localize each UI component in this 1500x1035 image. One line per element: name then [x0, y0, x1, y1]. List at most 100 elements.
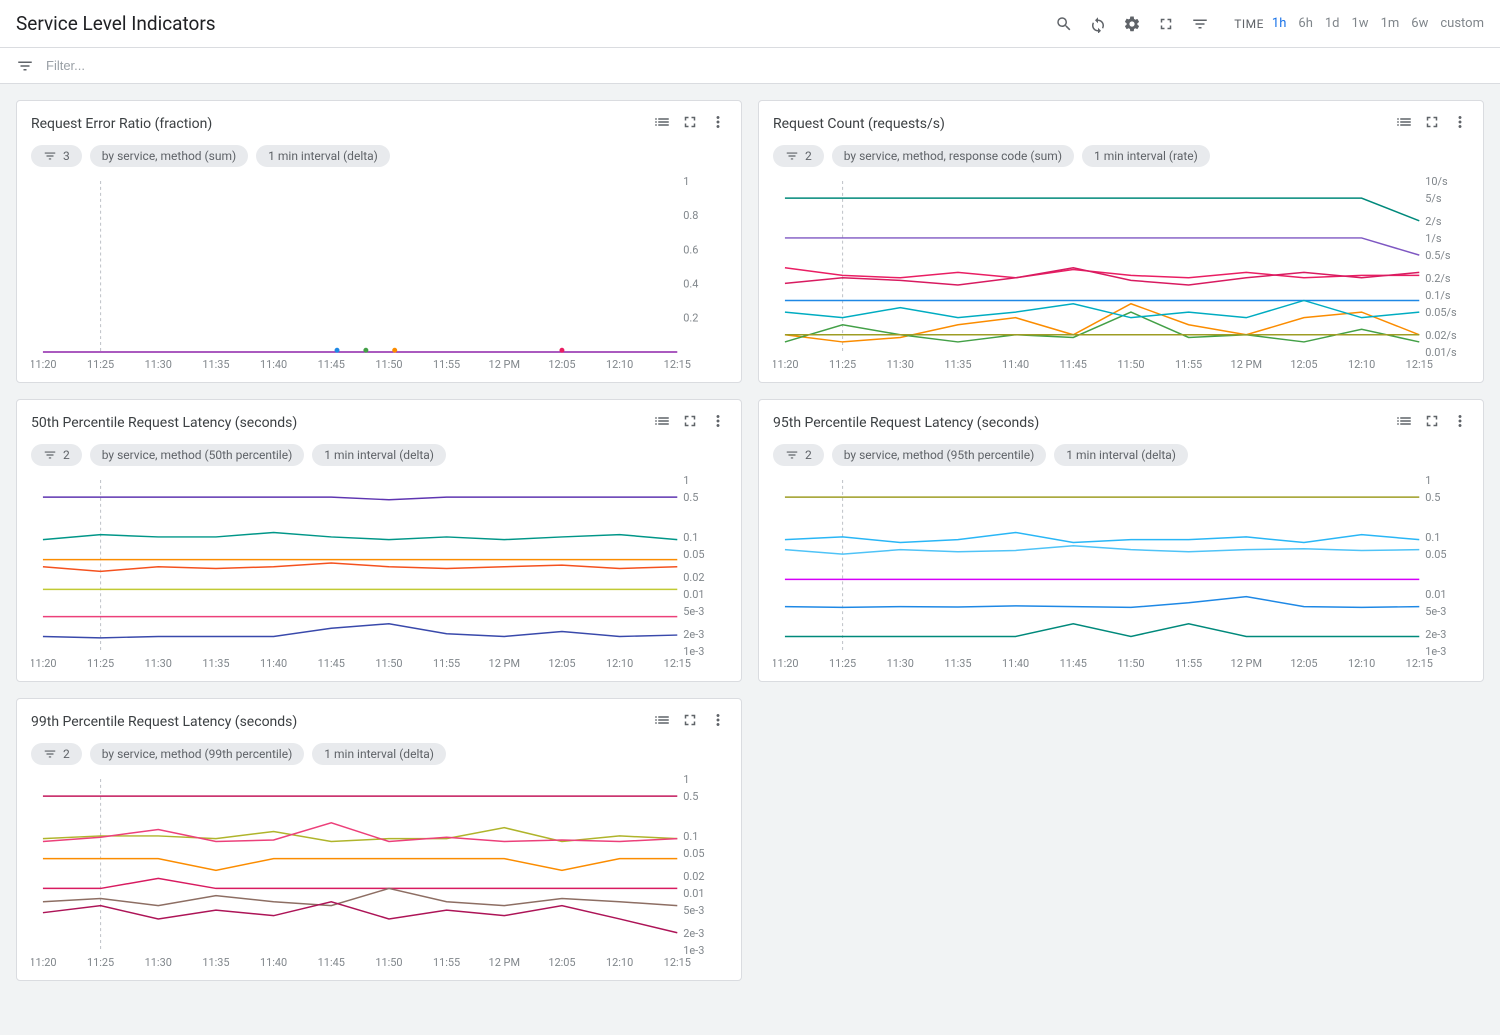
y-tick: 0.5 — [683, 790, 698, 803]
legend-icon[interactable] — [1395, 113, 1413, 135]
x-tick: 11:30 — [145, 956, 172, 969]
more-icon[interactable] — [709, 412, 727, 434]
x-tick: 11:30 — [887, 657, 914, 670]
x-tick: 11:20 — [773, 657, 799, 670]
chip[interactable]: by service, method (sum) — [90, 145, 248, 167]
x-tick: 11:50 — [375, 956, 402, 969]
x-tick: 11:40 — [260, 358, 287, 371]
chart-p50[interactable]: 1e-32e-35e-30.010.020.050.10.5111:2011:2… — [31, 474, 727, 673]
chip[interactable]: by service, method, response code (sum) — [832, 145, 1074, 167]
chip[interactable]: by service, method (99th percentile) — [90, 743, 305, 765]
fullscreen-icon[interactable] — [681, 412, 699, 434]
series-p99-crimson — [43, 901, 677, 932]
chip-label: by service, method (sum) — [102, 149, 236, 163]
plot-area: 1e-32e-35e-30.010.020.050.10.5111:2011:2… — [31, 773, 727, 972]
y-tick: 0.02/s — [1425, 329, 1457, 342]
chip[interactable]: 1 min interval (delta) — [256, 145, 390, 167]
filter-icon[interactable] — [16, 57, 34, 75]
chip[interactable]: by service, method (95th percentile) — [832, 444, 1047, 466]
toolbar-icons — [1054, 14, 1210, 34]
filter-input[interactable] — [46, 58, 1484, 73]
time-opt-6h[interactable]: 6h — [1298, 16, 1312, 31]
y-tick: 0.01 — [1425, 588, 1446, 601]
time-opt-custom[interactable]: custom — [1440, 16, 1484, 31]
chip[interactable]: 2 — [31, 444, 82, 466]
fullscreen-icon[interactable] — [1423, 412, 1441, 434]
chip[interactable]: 1 min interval (delta) — [312, 743, 446, 765]
refresh-icon[interactable] — [1088, 14, 1108, 34]
chip[interactable]: 1 min interval (rate) — [1082, 145, 1210, 167]
y-tick: 0.02 — [683, 571, 704, 584]
chart-error-ratio[interactable]: 0.20.40.60.8111:2011:2511:3011:3511:4011… — [31, 175, 727, 374]
series-p99-pink — [43, 822, 677, 841]
legend-icon[interactable] — [653, 412, 671, 434]
y-tick: 0.2 — [683, 312, 698, 325]
x-tick: 11:40 — [260, 657, 287, 670]
search-icon[interactable] — [1054, 14, 1074, 34]
x-tick: 11:25 — [87, 657, 114, 670]
legend-icon[interactable] — [1395, 412, 1413, 434]
x-tick: 11:30 — [145, 358, 172, 371]
chip[interactable]: 1 min interval (delta) — [312, 444, 446, 466]
chip[interactable]: 2 — [773, 145, 824, 167]
x-tick: 11:25 — [87, 358, 114, 371]
x-tick: 11:30 — [887, 358, 914, 371]
chart-request-count[interactable]: 0.01/s0.02/s0.05/s0.1/s0.2/s0.5/s1/s2/s5… — [773, 175, 1469, 374]
time-opt-1w[interactable]: 1w — [1352, 16, 1369, 31]
panel-title: 99th Percentile Request Latency (seconds… — [31, 714, 645, 730]
chip-row: 2 by service, method (50th percentile) 1 m… — [31, 444, 727, 466]
chip[interactable]: 2 — [31, 743, 82, 765]
series-s-pink — [785, 268, 1419, 278]
x-tick: 12:05 — [548, 657, 575, 670]
time-opt-1d[interactable]: 1d — [1325, 16, 1340, 31]
chip[interactable]: by service, method (50th percentile) — [90, 444, 305, 466]
more-icon[interactable] — [1451, 412, 1469, 434]
x-tick: 12:15 — [1406, 657, 1433, 670]
x-tick: 11:45 — [318, 657, 345, 670]
topbar: Service Level Indicators TIME 1h6h1d1w1m… — [0, 0, 1500, 48]
panel-request-count: Request Count (requests/s)2by service, m… — [758, 100, 1484, 383]
fullscreen-icon[interactable] — [681, 113, 699, 135]
filter-list-icon[interactable] — [1190, 14, 1210, 34]
x-tick: 11:25 — [829, 358, 856, 371]
fullscreen-icon[interactable] — [681, 711, 699, 733]
time-opt-1m[interactable]: 1m — [1381, 16, 1400, 31]
x-tick: 11:50 — [1117, 657, 1144, 670]
time-opt-1h[interactable]: 1h — [1272, 16, 1286, 31]
y-tick: 0.1/s — [1425, 289, 1451, 302]
x-tick: 11:45 — [1060, 358, 1087, 371]
y-tick: 0.01 — [683, 588, 704, 601]
y-tick: 0.1 — [683, 830, 698, 843]
y-tick: 0.6 — [683, 243, 698, 256]
chip-label: by service, method (99th percentile) — [102, 747, 293, 761]
x-tick: 12:10 — [606, 956, 633, 969]
legend-icon[interactable] — [653, 711, 671, 733]
chip-label: 1 min interval (delta) — [268, 149, 378, 163]
chip-label: 2 — [63, 747, 70, 761]
panel-title: 95th Percentile Request Latency (seconds… — [773, 415, 1387, 431]
chip[interactable]: 1 min interval (delta) — [1054, 444, 1188, 466]
x-tick: 12:15 — [664, 956, 691, 969]
series-p95-sky2 — [785, 546, 1419, 554]
time-opt-6w[interactable]: 6w — [1411, 16, 1428, 31]
chart-p99[interactable]: 1e-32e-35e-30.010.020.050.10.5111:2011:2… — [31, 773, 727, 972]
more-icon[interactable] — [1451, 113, 1469, 135]
series-p99-olive — [43, 827, 677, 841]
x-tick: 11:25 — [87, 956, 114, 969]
chip-row: 2 by service, method (95th percentile) 1 m… — [773, 444, 1469, 466]
series-s-green — [785, 312, 1419, 342]
more-icon[interactable] — [709, 113, 727, 135]
more-icon[interactable] — [709, 711, 727, 733]
chip[interactable]: 3 — [31, 145, 82, 167]
series-p99-orange — [43, 858, 677, 870]
chip[interactable]: 2 — [773, 444, 824, 466]
settings-icon[interactable] — [1122, 14, 1142, 34]
chart-p95[interactable]: 1e-32e-35e-30.010.050.10.5111:2011:2511:… — [773, 474, 1469, 673]
y-tick: 0.1 — [1425, 531, 1440, 544]
x-tick: 11:55 — [433, 956, 460, 969]
legend-icon[interactable] — [653, 113, 671, 135]
fullscreen-icon[interactable] — [1423, 113, 1441, 135]
y-tick: 0.01 — [683, 887, 704, 900]
y-tick: 0.05/s — [1425, 306, 1457, 319]
fullscreen-icon[interactable] — [1156, 14, 1176, 34]
